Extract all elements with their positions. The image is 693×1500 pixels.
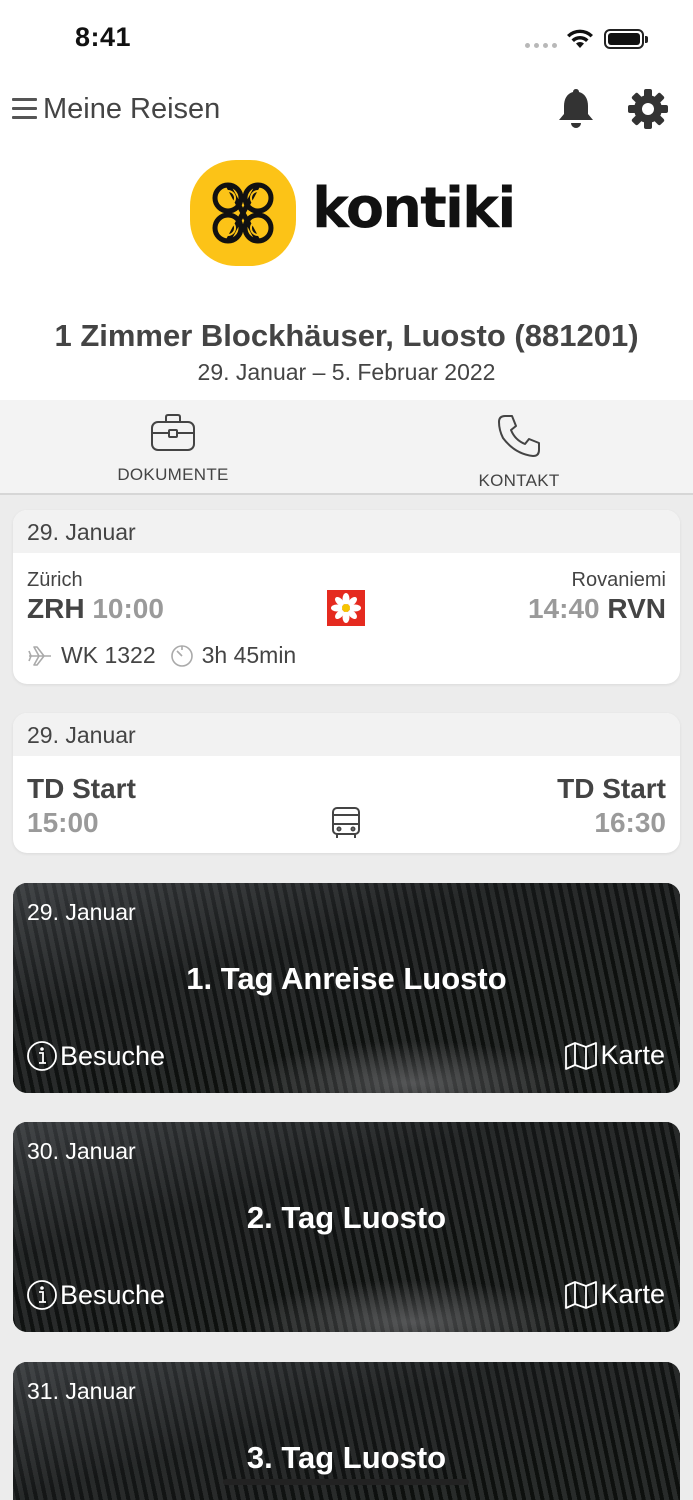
- info-icon: [27, 1280, 57, 1310]
- day-title: 2. Tag Luosto: [246, 1200, 447, 1235]
- flight-card[interactable]: 29. Januar Zürich Rovaniemi ZRH 10:00 14…: [13, 510, 680, 684]
- arrival-time: 14:40: [527, 593, 600, 624]
- transfer-from-time: 15:00: [27, 807, 99, 838]
- menu-icon[interactable]: [12, 98, 37, 120]
- departure-city: Zürich: [27, 569, 83, 591]
- trip-title: 1 Zimmer Blockhäuser, Luosto (881201): [54, 318, 639, 353]
- arrival: 14:40 RVN: [528, 593, 666, 625]
- day-card[interactable]: 29. Januar 1. Tag Anreise Luosto Besuche…: [13, 883, 680, 1093]
- arrival-code: RVN: [607, 593, 666, 624]
- phone-icon: [498, 415, 540, 457]
- trip-actions-bar: DOKUMENTE KONTAKT: [0, 400, 693, 495]
- cellular-signal-icon: [525, 43, 557, 48]
- briefcase-icon: [151, 414, 195, 451]
- home-indicator[interactable]: [223, 1479, 469, 1485]
- map-button[interactable]: Karte: [564, 1040, 665, 1071]
- contact-button[interactable]: KONTAKT: [439, 412, 599, 491]
- visits-label: Besuche: [60, 1040, 166, 1071]
- map-icon: [565, 1041, 598, 1070]
- status-time: 8:41: [75, 22, 132, 52]
- departure: ZRH 10:00: [27, 593, 164, 625]
- documents-button[interactable]: DOKUMENTE: [93, 412, 253, 485]
- wifi-icon: [567, 29, 593, 48]
- departure-code: ZRH: [27, 593, 85, 624]
- airline-logo: [327, 590, 365, 626]
- map-button[interactable]: Karte: [564, 1279, 665, 1310]
- day-date: 29. Januar: [27, 899, 136, 925]
- map-label: Karte: [600, 1279, 665, 1309]
- map-label: Karte: [600, 1040, 665, 1070]
- map-icon: [565, 1280, 598, 1309]
- visits-label: Besuche: [60, 1279, 166, 1310]
- day-card[interactable]: 30. Januar 2. Tag Luosto Besuche Karte: [13, 1122, 680, 1332]
- airplane-icon: [28, 645, 51, 666]
- departure-time: 10:00: [92, 593, 164, 624]
- trip-dates: 29. Januar – 5. Februar 2022: [197, 359, 496, 385]
- flight-number: WK 1322: [61, 642, 156, 668]
- kontiki-logo-text: kontiki: [312, 176, 516, 241]
- gear-icon[interactable]: [626, 87, 670, 131]
- bell-icon[interactable]: [555, 86, 597, 130]
- arrival-city: Rovaniemi: [571, 569, 666, 591]
- info-icon: [27, 1041, 57, 1071]
- day-title: 3. Tag Luosto: [246, 1440, 447, 1475]
- visits-button[interactable]: Besuche: [26, 1040, 165, 1072]
- transfer-from: TD Start: [27, 773, 136, 804]
- transfer-to: TD Start: [557, 773, 666, 804]
- timer-icon: [170, 644, 193, 667]
- flight-duration: 3h 45min: [201, 642, 297, 668]
- day-date: 30. Januar: [27, 1138, 136, 1164]
- documents-label: DOKUMENTE: [117, 465, 229, 484]
- bus-icon: [332, 807, 360, 838]
- flight-date: 29. Januar: [13, 510, 680, 553]
- day-title: 1. Tag Anreise Luosto: [186, 961, 507, 996]
- page-title[interactable]: Meine Reisen: [43, 93, 220, 126]
- visits-button[interactable]: Besuche: [26, 1279, 165, 1311]
- day-date: 31. Januar: [27, 1378, 136, 1404]
- transfer-date: 29. Januar: [13, 713, 680, 756]
- battery-icon: [604, 29, 648, 49]
- contact-label: KONTAKT: [478, 471, 560, 490]
- kontiki-logo-mark: [190, 160, 296, 266]
- transfer-to-time: 16:30: [594, 807, 666, 838]
- flight-meta: WK 1322 3h 45min: [27, 642, 296, 669]
- transfer-card[interactable]: 29. Januar TD Start TD Start 15:00 16:30: [13, 713, 680, 853]
